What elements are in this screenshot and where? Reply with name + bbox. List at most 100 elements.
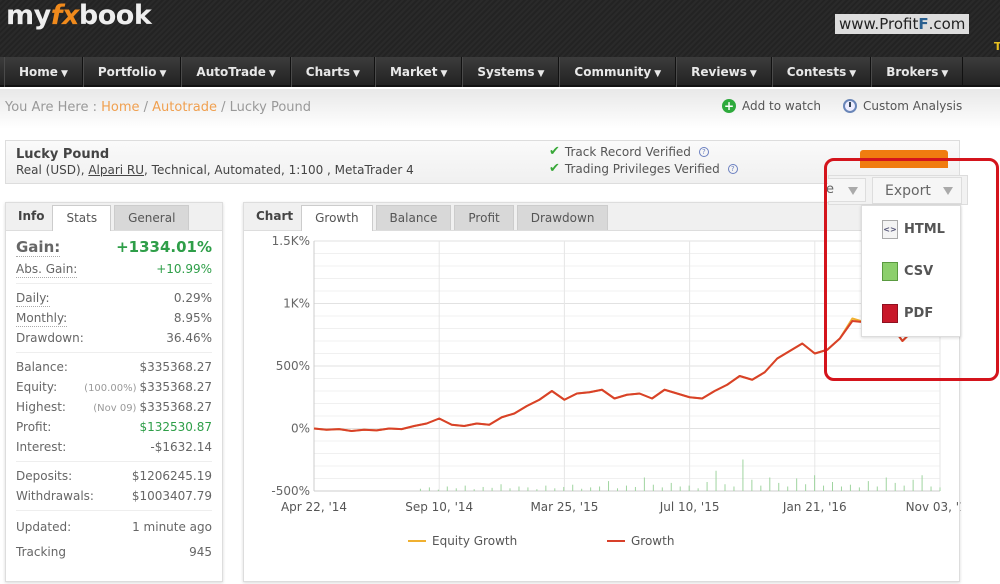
main-nav: Home ▼ Portfolio ▼ AutoTrade ▼ Charts ▼ Market ▼ S…: [0, 57, 1000, 87]
nav-item-autotrade[interactable]: AutoTrade ▼: [181, 57, 291, 87]
balance-value: $335368.27: [139, 360, 212, 374]
tab-profit[interactable]: Profit: [454, 205, 514, 230]
equity-row: Equity: (100.00%) $335368.27: [16, 377, 212, 397]
legend-swatch-growth: [607, 540, 625, 542]
withdrawals-row: Withdrawals: $1003407.79: [16, 486, 212, 506]
top-actions: + Add to watch Custom Analysis: [722, 99, 962, 113]
trading-privileges-label: Trading Privileges Verified: [564, 161, 720, 176]
x-tick-label: Sep 10, '14: [405, 500, 473, 514]
highest-date: (Nov 09): [93, 403, 137, 414]
watermark-suffix: .com: [928, 15, 966, 33]
profit-row: Profit: $132530.87: [16, 417, 212, 437]
check-icon: ✔: [549, 144, 560, 159]
interest-label: Interest:: [16, 440, 67, 454]
breadcrumb-current: Lucky Pound: [229, 100, 312, 115]
nav-item-label: Contests: [786, 65, 847, 79]
plus-circle-icon: +: [722, 99, 736, 113]
system-info-box: Lucky Pound Real (USD), Alpari RU, Techn…: [5, 140, 960, 184]
highest-row: Highest: (Nov 09) $335368.27: [16, 397, 212, 417]
chart-title: Chart: [256, 209, 294, 223]
system-details: , Technical, Automated, 1:100 , MetaTrad…: [144, 163, 414, 177]
updated-label: Updated:: [16, 520, 72, 534]
caret-down-icon: ▼: [440, 69, 448, 79]
nav-item-contests[interactable]: Contests ▼: [771, 57, 872, 87]
y-tick-label: 0%: [291, 422, 310, 436]
equity-value: $335368.27: [139, 380, 212, 394]
legend-swatch-equity: [408, 540, 426, 542]
breadcrumb: You Are Here : Home / Autotrade / Lucky …: [5, 100, 311, 115]
tab-stats[interactable]: Stats: [52, 205, 112, 231]
nav-item-brokers[interactable]: Brokers ▼: [871, 57, 964, 87]
highest-value: $335368.27: [139, 400, 212, 414]
watermark-prefix: www.Profit: [839, 15, 919, 33]
x-tick-label: Jul 10, '15: [659, 500, 720, 514]
system-description: Real (USD), Alpari RU, Technical, Automa…: [16, 163, 414, 177]
help-icon[interactable]: ?: [698, 146, 709, 157]
nav-item-systems[interactable]: Systems ▼: [462, 57, 560, 87]
account-type: Real (USD),: [16, 163, 89, 177]
equity-percent: (100.00%): [84, 383, 137, 394]
deposits-row: Deposits: $1206245.19: [16, 466, 212, 486]
caret-down-icon: ▼: [268, 69, 276, 79]
nav-item-label: Market: [389, 65, 438, 79]
interest-row: Interest: -$1632.14: [16, 437, 212, 457]
x-tick-label: Nov 03, '16: [906, 500, 961, 514]
deposits-value: $1206245.19: [131, 469, 212, 483]
nav-item-community[interactable]: Community ▼: [559, 57, 677, 87]
breadcrumb-autotrade[interactable]: Autotrade: [152, 100, 217, 115]
abs-gain-label[interactable]: Abs. Gain:: [16, 262, 78, 278]
nav-item-reviews[interactable]: Reviews ▼: [676, 57, 772, 87]
nav-item-home[interactable]: Home ▼: [4, 57, 83, 87]
nav-item-label: Community: [574, 65, 652, 79]
x-tick-label: Jan 21, '16: [782, 500, 847, 514]
breadcrumb-sep: /: [217, 100, 230, 115]
gain-value: +1334.01%: [116, 238, 212, 256]
broker-link[interactable]: Alpari RU: [88, 163, 144, 177]
nav-item-charts[interactable]: Charts ▼: [290, 57, 375, 87]
y-tick-label: 500%: [276, 359, 310, 373]
caret-down-icon: ▼: [849, 69, 857, 79]
drawdown-row: Drawdown: 36.46%: [16, 328, 212, 348]
daily-row: Daily: 0.29%: [16, 288, 212, 308]
breadcrumb-home[interactable]: Home: [101, 100, 139, 115]
myfxbook-logo[interactable]: myfxbook: [6, 0, 152, 31]
monthly-label[interactable]: Monthly:: [16, 311, 68, 327]
daily-value: 0.29%: [173, 291, 212, 305]
interest-value: -$1632.14: [150, 440, 212, 454]
tracking-row: Tracking 945: [16, 540, 212, 565]
caret-down-icon: ▼: [654, 69, 662, 79]
updated-value: 1 minute ago: [132, 520, 212, 534]
abs-gain-value: +10.99%: [156, 262, 212, 276]
track-record-verified: ✔ Track Record Verified ?: [549, 144, 709, 159]
legend-label-equity: Equity Growth: [432, 534, 518, 548]
y-tick-label: 1K%: [283, 297, 310, 311]
info-title: Info: [18, 209, 45, 223]
balance-row: Balance: $335368.27: [16, 357, 212, 377]
legend-growth[interactable]: Growth: [607, 534, 674, 548]
daily-label[interactable]: Daily:: [16, 291, 50, 307]
add-to-watch-button[interactable]: + Add to watch: [722, 99, 821, 113]
help-icon[interactable]: ?: [727, 163, 738, 174]
nav-item-market[interactable]: Market ▼: [374, 57, 463, 87]
nav-item-portfolio[interactable]: Portfolio ▼: [82, 57, 182, 87]
deposits-label: Deposits:: [16, 469, 73, 483]
nav-item-label: Charts: [305, 65, 351, 79]
legend-equity-growth[interactable]: Equity Growth: [408, 534, 517, 548]
tab-drawdown[interactable]: Drawdown: [516, 205, 609, 230]
y-tick-label: -500%: [271, 484, 310, 498]
check-icon: ✔: [549, 161, 560, 176]
custom-analysis-button[interactable]: Custom Analysis: [842, 99, 962, 113]
caret-down-icon: ▼: [353, 69, 360, 79]
tracking-label: Tracking: [16, 545, 66, 559]
caret-down-icon: ▼: [159, 69, 167, 79]
withdrawals-value: $1003407.79: [131, 489, 212, 503]
tab-general[interactable]: General: [114, 205, 190, 230]
monthly-row: Monthly: 8.95%: [16, 308, 212, 328]
tab-balance[interactable]: Balance: [375, 205, 452, 230]
gain-label[interactable]: Gain:: [16, 237, 61, 257]
tab-growth[interactable]: Growth: [301, 205, 373, 231]
header-edge-text: T: [994, 40, 1000, 53]
profit-value: $132530.87: [139, 420, 212, 434]
balance-label: Balance:: [16, 360, 68, 374]
tracking-value: 945: [189, 545, 212, 559]
